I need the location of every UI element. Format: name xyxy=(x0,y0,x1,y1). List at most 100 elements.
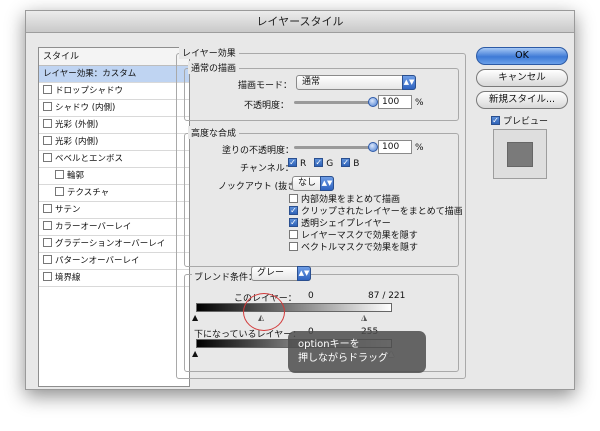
style-list-item[interactable]: サテン xyxy=(39,202,189,219)
channel-checkbox[interactable]: ✓ xyxy=(288,158,297,167)
channel-label: G xyxy=(326,159,334,169)
style-list-item-label: レイヤー効果：カスタム xyxy=(43,69,137,79)
style-list-item[interactable]: パターンオーバーレイ xyxy=(39,253,189,270)
fill-opacity-unit: % xyxy=(415,143,424,153)
knockout-value: なし xyxy=(298,178,317,188)
advanced-option-label: 内部効果をまとめて描画 xyxy=(301,195,401,205)
advanced-option-label: レイヤーマスクで効果を隠す xyxy=(301,231,418,241)
style-checkbox[interactable] xyxy=(43,204,52,213)
style-list-item[interactable]: ベベルとエンボス xyxy=(39,151,189,168)
style-list-item[interactable]: 輪郭 xyxy=(39,168,189,185)
advanced-option-checkbox[interactable] xyxy=(289,242,298,251)
style-checkbox[interactable] xyxy=(43,85,52,94)
style-list-item[interactable]: レイヤー効果：カスタム xyxy=(39,66,189,83)
advanced-options: 内部効果をまとめて描画 ✓ クリップされたレイヤーをまとめて描画 ✓ 透明シェイプレイヤ… xyxy=(289,194,463,254)
style-list-item-label: テクスチャ xyxy=(67,188,110,198)
advanced-option-checkbox[interactable]: ✓ xyxy=(289,206,298,215)
advanced-option[interactable]: 内部効果をまとめて描画 xyxy=(289,194,463,206)
channel-toggle[interactable]: ✓ G xyxy=(314,158,334,169)
style-checkbox[interactable] xyxy=(43,153,52,162)
style-checkbox[interactable] xyxy=(43,272,52,281)
style-list-item-label: ドロップシャドウ xyxy=(55,86,124,96)
style-list-item-label: 境界線 xyxy=(55,273,81,283)
channel-toggle[interactable]: ✓ B xyxy=(341,158,360,169)
advanced-option-label: 透明シェイプレイヤー xyxy=(301,219,391,229)
opacity-unit: % xyxy=(415,98,424,108)
styles-list: スタイル レイヤー効果：カスタム ドロップシャドウ シャドウ (内側) 光彩 (外側)… xyxy=(38,47,190,387)
chevron-updown-icon: ▲▼ xyxy=(297,266,311,281)
this-layer-max: 87 / 221 xyxy=(368,291,406,301)
opacity-slider-knob[interactable] xyxy=(368,97,378,107)
style-list-item[interactable]: グラデーションオーバーレイ xyxy=(39,236,189,253)
blend-mode-value: 通常 xyxy=(302,77,321,87)
opacity-input[interactable]: 100 xyxy=(378,95,412,109)
new-style-button[interactable]: 新規スタイル... xyxy=(476,91,568,109)
opacity-slider[interactable] xyxy=(294,101,376,104)
preview-label: プレビュー xyxy=(503,117,549,127)
style-list-item-label: パターンオーバーレイ xyxy=(55,256,140,266)
ok-button[interactable]: OK xyxy=(476,47,568,65)
channel-checkbox[interactable]: ✓ xyxy=(314,158,324,167)
preview-swatch xyxy=(507,142,533,167)
tooltip-line-2: 押しながらドラッグ xyxy=(298,353,388,364)
opacity-label: 不透明度： xyxy=(244,101,290,111)
advanced-option-label: クリップされたレイヤーをまとめて描画 xyxy=(301,207,463,217)
style-checkbox[interactable] xyxy=(43,238,52,247)
channel-label: B xyxy=(353,159,360,169)
chevron-updown-icon: ▲▼ xyxy=(402,75,416,90)
advanced-option-label: ベクトルマスクで効果を隠す xyxy=(301,243,419,253)
annotation-ring xyxy=(243,293,285,331)
style-list-item[interactable]: 光彩 (内側) xyxy=(39,134,189,151)
cancel-button[interactable]: キャンセル xyxy=(476,69,568,87)
fill-opacity-input[interactable]: 100 xyxy=(378,140,412,154)
knockout-select[interactable]: なし ▲▼ xyxy=(292,176,334,191)
this-layer-split-slider-right[interactable]: ◮ xyxy=(361,314,367,322)
preview-checkbox[interactable]: ✓ xyxy=(491,116,500,125)
advanced-option[interactable]: ベクトルマスクで効果を隠す xyxy=(289,242,463,254)
advanced-option[interactable]: ✓ 透明シェイプレイヤー xyxy=(289,218,463,230)
style-list-item[interactable]: 光彩 (外側) xyxy=(39,117,189,134)
style-checkbox[interactable] xyxy=(55,187,64,196)
chevron-updown-icon: ▲▼ xyxy=(320,176,334,191)
dialog-title: レイヤースタイル xyxy=(26,11,574,33)
style-checkbox[interactable] xyxy=(43,102,52,111)
styles-list-header: スタイル xyxy=(39,48,189,66)
fill-opacity-label: 塗りの不透明度： xyxy=(222,146,295,156)
fill-opacity-slider-knob[interactable] xyxy=(368,142,378,152)
style-checkbox[interactable] xyxy=(55,170,64,179)
blend-mode-select[interactable]: 通常 ▲▼ xyxy=(296,75,416,90)
advanced-option[interactable]: レイヤーマスクで効果を隠す xyxy=(289,230,463,242)
layer-effects-title: レイヤー効果 xyxy=(179,46,239,59)
this-layer-black-slider[interactable]: ▲ xyxy=(192,314,198,322)
channel-checkbox[interactable]: ✓ xyxy=(341,158,351,167)
underlying-layer-black-slider[interactable]: ▲ xyxy=(192,350,198,358)
style-list-item[interactable]: カラーオーバーレイ xyxy=(39,219,189,236)
advanced-option-checkbox[interactable] xyxy=(289,194,298,203)
style-list-item[interactable]: ドロップシャドウ xyxy=(39,83,189,100)
style-preview xyxy=(493,129,547,179)
style-checkbox[interactable] xyxy=(43,255,52,264)
advanced-blending-title: 高度な合成 xyxy=(188,126,240,139)
style-list-item-label: 輪郭 xyxy=(67,171,85,181)
style-checkbox[interactable] xyxy=(43,136,52,145)
this-layer-min: 0 xyxy=(308,291,314,301)
style-list-item[interactable]: 境界線 xyxy=(39,270,189,287)
channels-label: チャンネル： xyxy=(240,164,294,174)
style-checkbox[interactable] xyxy=(43,221,52,230)
style-list-item[interactable]: テクスチャ xyxy=(39,185,189,202)
style-list-item-label: カラーオーバーレイ xyxy=(55,222,132,232)
advanced-option[interactable]: ✓ クリップされたレイヤーをまとめて描画 xyxy=(289,206,463,218)
blend-if-select[interactable]: グレー ▲▼ xyxy=(251,266,311,281)
style-list-item-label: シャドウ (内側) xyxy=(55,103,116,113)
tooltip-line-1: optionキーを xyxy=(298,339,360,350)
channel-toggle[interactable]: ✓ R xyxy=(288,158,306,169)
preview-toggle[interactable]: ✓ プレビュー xyxy=(491,114,548,127)
style-list-item[interactable]: シャドウ (内側) xyxy=(39,100,189,117)
general-blending-title: 通常の描画 xyxy=(188,61,240,74)
style-list-item-label: 光彩 (外側) xyxy=(55,120,99,130)
fill-opacity-slider[interactable] xyxy=(294,146,376,149)
advanced-option-checkbox[interactable]: ✓ xyxy=(289,218,298,227)
style-checkbox[interactable] xyxy=(43,119,52,128)
advanced-option-checkbox[interactable] xyxy=(289,230,298,239)
blend-if-value: グレー xyxy=(257,268,285,278)
